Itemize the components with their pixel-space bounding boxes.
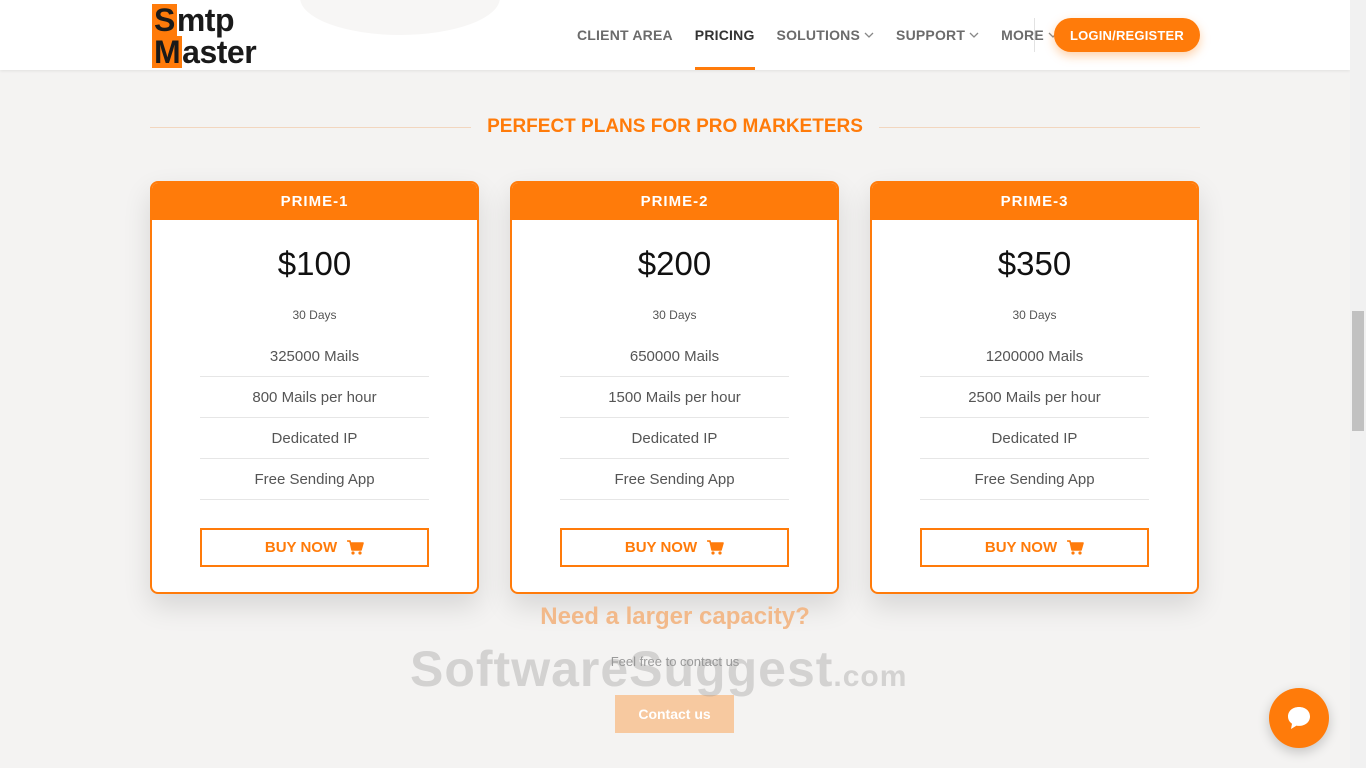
chat-widget-button[interactable]: [1269, 688, 1329, 748]
buy-now-button[interactable]: BUY NOW: [560, 528, 789, 567]
header-decoration: [300, 0, 500, 35]
cart-icon: [347, 540, 364, 555]
page-scrollbar[interactable]: [1350, 0, 1366, 768]
plan-feature: Dedicated IP: [560, 418, 789, 459]
scrollbar-thumb[interactable]: [1352, 311, 1364, 431]
plan-feature: 800 Mails per hour: [200, 377, 429, 418]
plan-feature: 650000 Mails: [560, 336, 789, 377]
buy-now-label: BUY NOW: [984, 539, 1058, 556]
chevron-down-icon: [864, 32, 874, 38]
nav-item-solutions[interactable]: SOLUTIONS: [766, 0, 885, 70]
watermark: SoftwareSuggest.com: [410, 641, 908, 697]
nav-item-client-area[interactable]: CLIENT AREA: [566, 0, 684, 70]
plan-features: 325000 Mails 800 Mails per hour Dedicate…: [200, 336, 429, 500]
plan-feature: Dedicated IP: [920, 418, 1149, 459]
plan-feature: Free Sending App: [560, 459, 789, 500]
plan-feature: 325000 Mails: [200, 336, 429, 377]
plan-feature: Dedicated IP: [200, 418, 429, 459]
plan-card-prime-3: PRIME-3 $350 30 Days 1200000 Mails 2500 …: [870, 181, 1199, 594]
plan-price: $200: [637, 245, 712, 282]
smtp-master-logo[interactable]: Smtp Master: [152, 2, 292, 68]
logo-line-1: Smtp: [152, 2, 235, 38]
plan-feature: 1500 Mails per hour: [560, 377, 789, 418]
logo-line-2: Master: [152, 34, 257, 70]
site-header: Smtp Master CLIENT AREA PRICING SOLUTION…: [0, 0, 1350, 70]
plan-price: $100: [277, 245, 352, 282]
plan-card-prime-1: PRIME-1 $100 30 Days 325000 Mails 800 Ma…: [150, 181, 479, 594]
plan-feature: Free Sending App: [200, 459, 429, 500]
plan-card-prime-2: PRIME-2 $200 30 Days 650000 Mails 1500 M…: [510, 181, 839, 594]
cart-icon: [707, 540, 724, 555]
main-nav: CLIENT AREA PRICING SOLUTIONS SUPPORT MO…: [566, 0, 1069, 70]
nav-item-support[interactable]: SUPPORT: [885, 0, 990, 70]
plan-features: 1200000 Mails 2500 Mails per hour Dedica…: [920, 336, 1149, 500]
plan-name: PRIME-1: [152, 183, 477, 220]
cart-icon: [1067, 540, 1084, 555]
plan-feature: 2500 Mails per hour: [920, 377, 1149, 418]
larger-capacity-heading: Need a larger capacity?: [540, 603, 810, 630]
nav-item-pricing[interactable]: PRICING: [684, 0, 766, 70]
buy-now-button[interactable]: BUY NOW: [200, 528, 429, 567]
buy-now-label: BUY NOW: [264, 539, 338, 556]
divider-line-left: [150, 126, 472, 128]
section-title: PERFECT PLANS FOR PRO MARKETERS: [487, 116, 863, 137]
plan-period: 30 Days: [652, 308, 697, 322]
chevron-down-icon: [969, 32, 979, 38]
plan-period: 30 Days: [1012, 308, 1057, 322]
nav-divider: [1034, 18, 1035, 52]
plan-price: $350: [997, 245, 1072, 282]
chat-icon: [1288, 707, 1310, 729]
section-heading: PERFECT PLANS FOR PRO MARKETERS: [150, 114, 1200, 140]
plan-features: 650000 Mails 1500 Mails per hour Dedicat…: [560, 336, 789, 500]
plan-name: PRIME-2: [512, 183, 837, 220]
plan-name: PRIME-3: [872, 183, 1197, 220]
plan-feature: 1200000 Mails: [920, 336, 1149, 377]
buy-now-label: BUY NOW: [624, 539, 698, 556]
login-register-button[interactable]: LOGIN/REGISTER: [1054, 18, 1200, 52]
plan-period: 30 Days: [292, 308, 337, 322]
contact-us-button[interactable]: Contact us: [615, 695, 734, 733]
divider-line-right: [878, 126, 1200, 128]
plan-feature: Free Sending App: [920, 459, 1149, 500]
buy-now-button[interactable]: BUY NOW: [920, 528, 1149, 567]
